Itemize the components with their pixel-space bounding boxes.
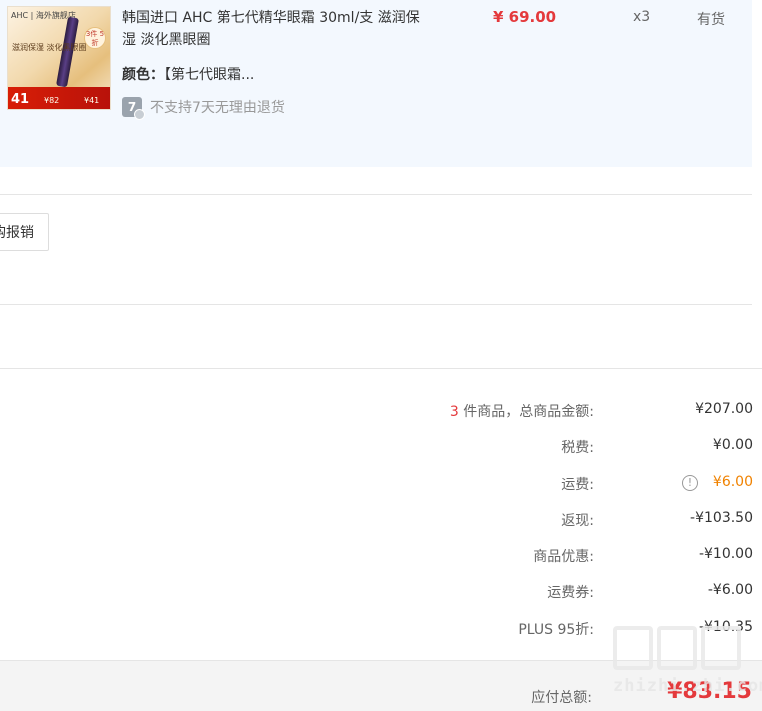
thumbnail-price-b: ¥41	[84, 96, 100, 105]
stock-status: 有货	[697, 12, 725, 28]
shipping-coupon-label: 运费券:	[547, 585, 594, 601]
divider	[0, 304, 752, 305]
items-total-value: ¥207.00	[695, 401, 753, 417]
total-label: 应付总额:	[531, 690, 592, 706]
summary-items-total-row: 3 件商品，总商品金额: ¥207.00	[0, 401, 762, 423]
divider	[0, 194, 752, 195]
thumbnail-price-big: 41	[11, 92, 30, 107]
plus-discount-label: PLUS 95折:	[518, 622, 594, 638]
summary-discount-row: 商品优惠: -¥10.00	[0, 546, 762, 568]
plus-discount-value: -¥10.35	[698, 619, 753, 635]
summary-shipping-row: 运费: ! ¥6.00	[0, 474, 762, 496]
thumbnail-brand: AHC | 海外旗舰店	[11, 11, 76, 20]
cashback-value: -¥103.50	[690, 510, 753, 526]
thumbnail-price-a: ¥82	[44, 96, 60, 105]
tax-label: 税费:	[561, 440, 594, 456]
items-count: 3	[449, 404, 459, 420]
product-card: AHC | 海外旗舰店 3件 5折 滋润保湿 淡化黑眼圈 41 ¥82 ¥41 …	[0, 0, 752, 167]
no-7day-return-icon: 7	[122, 97, 145, 120]
summary-plus-row: PLUS 95折: -¥10.35	[0, 619, 762, 641]
attribute-value: 【第七代眼霜...	[164, 67, 255, 83]
product-quantity: x3	[633, 9, 651, 25]
reimburse-button[interactable]: 购报销	[0, 213, 49, 251]
product-price: ¥ 69.00	[493, 8, 557, 26]
cashback-label: 返现:	[561, 513, 594, 529]
attribute-label: 颜色：	[122, 67, 164, 83]
items-total-label: 3 件商品，总商品金额:	[450, 401, 594, 421]
thumbnail-slogan: 滋润保湿 淡化黑眼圈	[12, 43, 87, 52]
return-policy-text: 不支持7天无理由退货	[150, 100, 285, 116]
summary-cashback-row: 返现: -¥103.50	[0, 510, 762, 532]
items-total-label-text: 件商品，总商品金额:	[458, 404, 594, 420]
shipping-value: ¥6.00	[712, 474, 753, 490]
summary-tax-row: 税费: ¥0.00	[0, 437, 762, 459]
thumbnail-price-strip: 41 ¥82 ¥41	[8, 87, 110, 109]
total-value: ¥83.15	[667, 679, 752, 704]
product-thumbnail[interactable]: AHC | 海外旗舰店 3件 5折 滋润保湿 淡化黑眼圈 41 ¥82 ¥41	[7, 6, 111, 110]
product-attribute: 颜色：【第七代眼霜...	[122, 64, 254, 84]
discount-label: 商品优惠:	[533, 549, 594, 565]
tax-value: ¥0.00	[712, 437, 753, 453]
divider	[0, 368, 762, 369]
total-bar: 应付总额: ¥83.15	[0, 660, 762, 711]
shipping-label: 运费:	[561, 477, 594, 493]
thumbnail-discount-badge: 3件 5折	[84, 27, 106, 49]
discount-value: -¥10.00	[698, 546, 753, 562]
return-policy: 7 不支持7天无理由退货	[122, 97, 285, 120]
shipping-coupon-value: -¥6.00	[707, 582, 753, 598]
info-icon[interactable]: !	[682, 475, 698, 491]
summary-shipping-coupon-row: 运费券: -¥6.00	[0, 582, 762, 604]
product-title-link[interactable]: 韩国进口 AHC 第七代精华眼霜 30ml/支 滋润保湿 淡化黑眼圈	[122, 7, 432, 51]
